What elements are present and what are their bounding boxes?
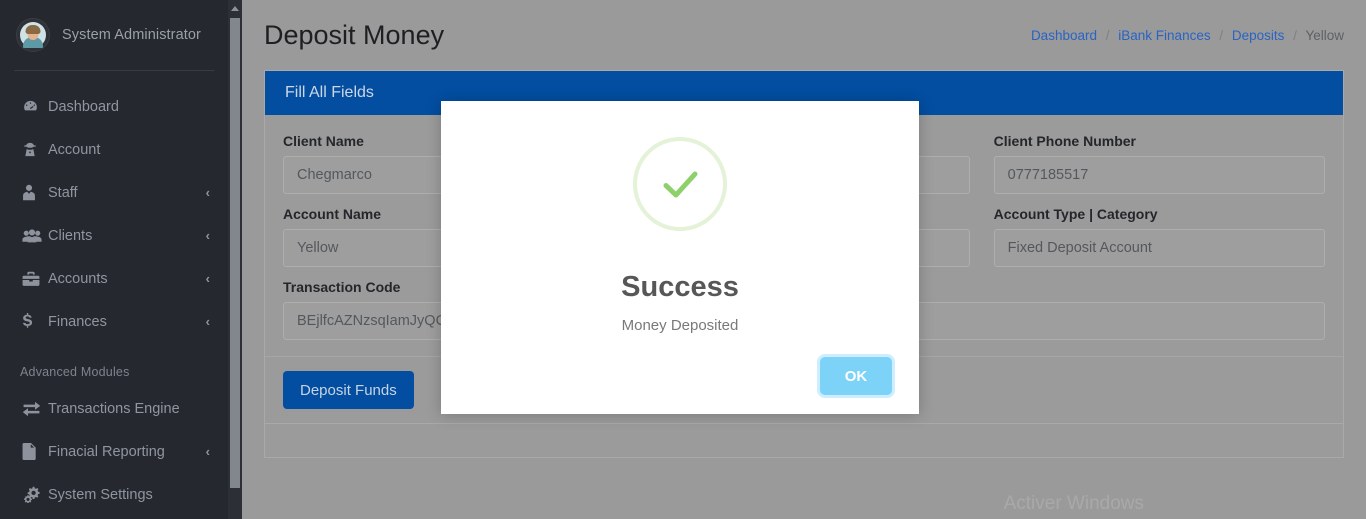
- sidebar-item-clients[interactable]: Clients ‹: [0, 214, 228, 257]
- file-invoice-icon: [22, 443, 48, 460]
- success-check-icon: [633, 137, 727, 231]
- client-phone-number-input[interactable]: [993, 156, 1325, 194]
- deposit-funds-button[interactable]: Deposit Funds: [283, 371, 414, 409]
- sidebar-item-staff[interactable]: Staff ‹: [0, 171, 228, 214]
- page-title: Deposit Money: [264, 19, 445, 50]
- user-avatar-icon: [16, 18, 50, 52]
- scroll-up-arrow-icon[interactable]: [228, 0, 242, 16]
- modal-actions: OK: [461, 357, 899, 398]
- breadcrumb-link-deposits[interactable]: Deposits: [1232, 28, 1285, 43]
- breadcrumb: Dashboard / iBank Finances / Deposits / …: [1031, 28, 1344, 43]
- dollar-icon: [22, 312, 48, 331]
- chevron-left-icon: ‹: [205, 271, 210, 286]
- exchange-arrows-icon: [22, 401, 48, 417]
- breadcrumb-separator: /: [1293, 27, 1297, 43]
- field-account-type-category: Account Type | Category: [993, 206, 1325, 267]
- sidebar-item-dashboard[interactable]: Dashboard: [0, 85, 228, 128]
- field-client-phone-number: Client Phone Number: [993, 133, 1325, 194]
- user-tie-icon: [22, 184, 48, 201]
- users-icon: [22, 228, 48, 244]
- page-header: Deposit Money Dashboard / iBank Finances…: [242, 0, 1366, 70]
- sidebar-item-label: Staff: [48, 184, 78, 201]
- dashboard-icon: [22, 98, 48, 115]
- sidebar-item-transactions-engine[interactable]: Transactions Engine: [0, 387, 228, 430]
- gears-icon: [22, 486, 48, 503]
- breadcrumb-current: Yellow: [1305, 27, 1344, 43]
- breadcrumb-separator: /: [1219, 27, 1224, 43]
- chevron-left-icon: ‹: [205, 444, 210, 459]
- windows-activation-watermark: Activer Windows: [1003, 493, 1144, 514]
- sidebar-item-finances[interactable]: Finances ‹: [0, 300, 228, 343]
- breadcrumb-link-ibank-finances[interactable]: iBank Finances: [1118, 28, 1210, 43]
- field-label: Account Type | Category: [993, 206, 1158, 222]
- sidebar: System Administrator Dashboard Account S…: [0, 0, 228, 519]
- sidebar-item-label: Accounts: [48, 270, 108, 287]
- sidebar-user-name: System Administrator: [62, 27, 201, 43]
- app-root: System Administrator Dashboard Account S…: [0, 0, 1366, 519]
- sidebar-item-accounts[interactable]: Accounts ‹: [0, 257, 228, 300]
- chevron-left-icon: ‹: [205, 314, 210, 329]
- modal-title: Success: [621, 271, 739, 303]
- sidebar-item-label: Account: [48, 141, 101, 158]
- sidebar-item-label: System Settings: [48, 486, 153, 503]
- success-modal: Success Money Deposited OK: [441, 101, 919, 414]
- user-secret-icon: [22, 141, 48, 158]
- scrollbar-thumb[interactable]: [230, 18, 240, 488]
- sidebar-scrollbar[interactable]: [228, 0, 242, 519]
- sidebar-section-heading: Advanced Modules: [20, 365, 130, 379]
- sidebar-item-label: Finances: [48, 313, 107, 330]
- chevron-left-icon: ‹: [205, 185, 210, 200]
- card-bottom-strip: [264, 424, 1344, 458]
- sidebar-item-label: Clients: [48, 227, 93, 244]
- field-label: Client Phone Number: [993, 133, 1137, 149]
- sidebar-item-label: Finacial Reporting: [48, 443, 165, 460]
- modal-message: Money Deposited: [621, 317, 739, 334]
- sidebar-brand[interactable]: System Administrator: [0, 0, 228, 70]
- breadcrumb-link-dashboard[interactable]: Dashboard: [1031, 28, 1097, 43]
- modal-ok-button[interactable]: OK: [820, 357, 892, 395]
- breadcrumb-separator: /: [1105, 27, 1110, 43]
- sidebar-item-account[interactable]: Account: [0, 128, 228, 171]
- sidebar-item-label: Transactions Engine: [48, 400, 180, 417]
- sidebar-item-label: Dashboard: [48, 98, 119, 115]
- sidebar-nav: Dashboard Account Staff ‹ Clients ‹ Acco…: [0, 71, 228, 516]
- briefcase-icon: [22, 271, 48, 287]
- sidebar-item-system-settings[interactable]: System Settings: [0, 473, 228, 516]
- sidebar-item-finacial-reporting[interactable]: Finacial Reporting ‹: [0, 430, 228, 473]
- account-type-category-input[interactable]: [993, 229, 1325, 267]
- chevron-left-icon: ‹: [205, 228, 210, 243]
